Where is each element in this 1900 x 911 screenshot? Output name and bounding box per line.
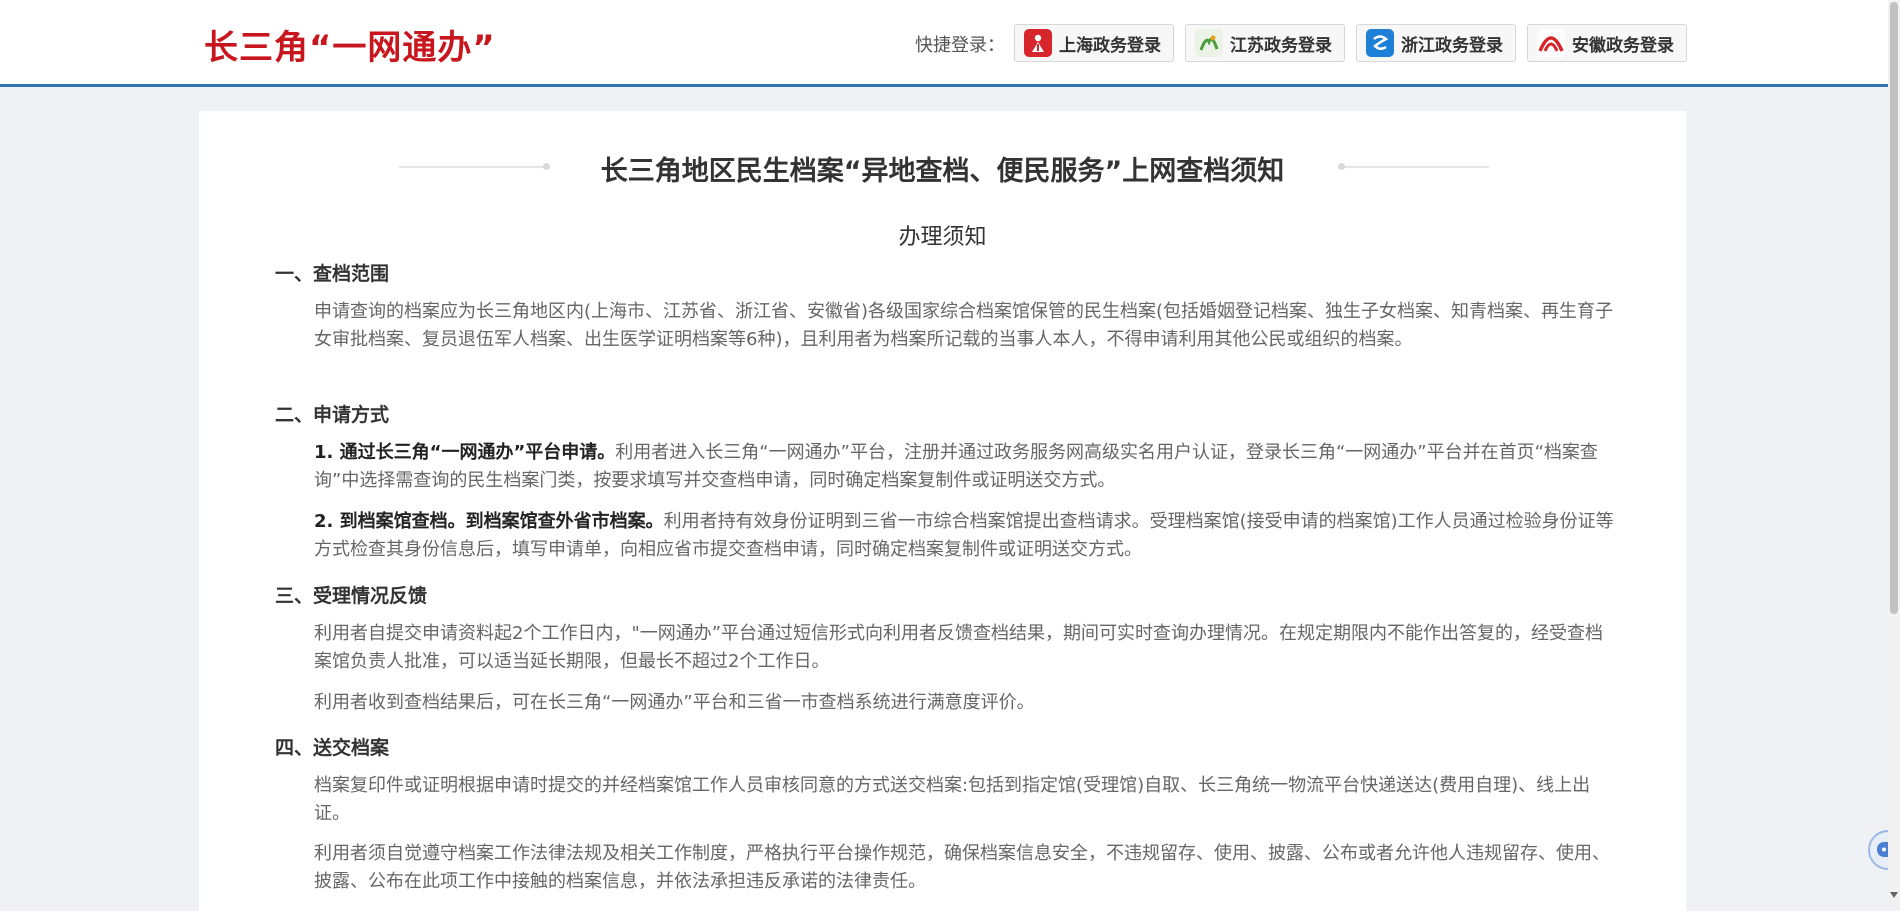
jiangsu-login-button[interactable]: 江苏政务登录	[1185, 24, 1345, 62]
shanghai-emblem-icon	[1024, 29, 1052, 57]
quick-login-label: 快捷登录：	[915, 35, 1005, 56]
site-logo[interactable]: 长三角“一网通办”	[204, 20, 496, 69]
section-heading-delivery: 四、送交档案	[275, 737, 390, 759]
apply-method-onsite-paragraph: 2. 到档案馆查档。到档案馆查外省市档案。利用者持有效身份证明到三省一市综合档案…	[314, 508, 1614, 564]
apply-method-online-lead: 1. 通过长三角“一网通办”平台申请。	[314, 442, 616, 463]
section-heading-scope: 一、查档范围	[275, 263, 390, 285]
scrollbar-thumb[interactable]	[1890, 2, 1898, 614]
scope-paragraph: 申请查询的档案应为长三角地区内(上海市、江苏省、浙江省、安徽省)各级国家综合档案…	[314, 301, 1614, 350]
anhui-login-label: 安徽政务登录	[1572, 35, 1674, 56]
shanghai-login-label: 上海政务登录	[1059, 35, 1161, 56]
scroll-down-arrow-icon[interactable]	[1890, 892, 1898, 898]
zhejiang-emblem-icon	[1366, 29, 1394, 57]
page-subtitle: 办理须知	[898, 225, 987, 250]
feedback-paragraph-1: 利用者自提交申请资料起2个工作日内，"一网通办”平台通过短信形式向利用者反馈查档…	[314, 623, 1604, 672]
zhejiang-login-button[interactable]: 浙江政务登录	[1356, 24, 1516, 62]
delivery-paragraph-2: 利用者须自觉遵守档案工作法律法规及相关工作制度，严格执行平台操作规范，确保档案信…	[314, 843, 1610, 892]
page-title: 长三角地区民生档案“异地查档、便民服务”上网查档须知	[600, 156, 1285, 187]
shanghai-login-button[interactable]: 上海政务登录	[1014, 24, 1174, 62]
site-header: 长三角“一网通办” 快捷登录： 上海政务登录 江苏政务登录 浙江政务登录 安徽政…	[0, 0, 1888, 87]
apply-method-online-paragraph: 1. 通过长三角“一网通办”平台申请。利用者进入长三角“一网通办”平台，注册并通…	[314, 439, 1614, 495]
anhui-emblem-icon	[1537, 29, 1565, 57]
notice-card: 长三角地区民生档案“异地查档、便民服务”上网查档须知 办理须知 一、查档范围 申…	[199, 111, 1686, 911]
jiangsu-emblem-icon	[1195, 29, 1223, 57]
delivery-paragraph-1: 档案复印件或证明根据申请时提交的并经档案馆工作人员审核同意的方式送交档案:包括到…	[314, 775, 1591, 824]
page-scrollbar[interactable]	[1888, 0, 1900, 900]
feedback-paragraph-2: 利用者收到查档结果后，可在长三角“一网通办”平台和三省一市查档系统进行满意度评价…	[314, 692, 1035, 713]
zhejiang-login-label: 浙江政务登录	[1401, 35, 1503, 56]
section-heading-apply-method: 二、申请方式	[275, 404, 390, 426]
title-row: 长三角地区民生档案“异地查档、便民服务”上网查档须知	[199, 147, 1686, 187]
jiangsu-login-label: 江苏政务登录	[1230, 35, 1332, 56]
apply-method-onsite-lead: 2. 到档案馆查档。到档案馆查外省市档案。	[314, 511, 664, 532]
anhui-login-button[interactable]: 安徽政务登录	[1527, 24, 1687, 62]
section-heading-feedback: 三、受理情况反馈	[275, 585, 428, 607]
